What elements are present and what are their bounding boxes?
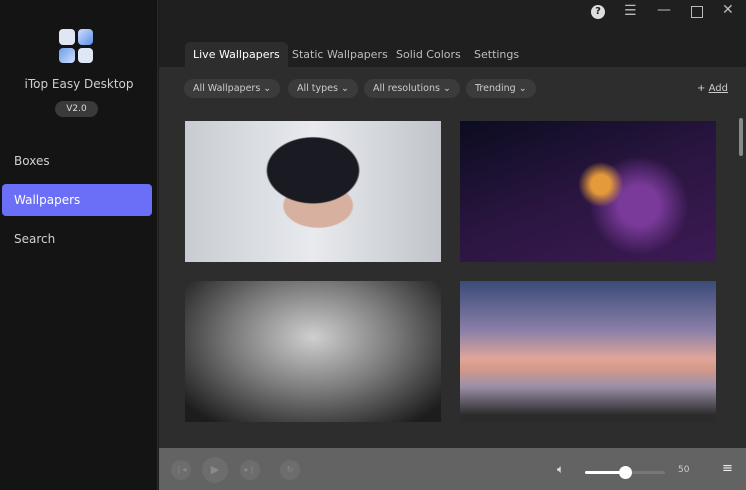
menu-icon[interactable]: ☰ xyxy=(624,3,637,19)
player-bar: ❘◂ ▶ ▸❘ ↻ 🔈︎ 50 ≡ xyxy=(159,448,746,490)
version-badge: V2.0 xyxy=(55,101,98,117)
tab-live-wallpapers[interactable]: Live Wallpapers xyxy=(185,42,288,67)
chevron-down-icon: ⌄ xyxy=(263,83,272,94)
filter-resolutions[interactable]: All resolutions ⌄ xyxy=(364,79,460,98)
scrollbar[interactable] xyxy=(739,118,743,156)
plus-icon: + xyxy=(697,83,706,94)
tab-solid-colors[interactable]: Solid Colors xyxy=(388,42,469,67)
wallpaper-thumbnail[interactable] xyxy=(460,281,716,422)
tab-settings[interactable]: Settings xyxy=(466,42,527,67)
loop-icon[interactable]: ↻ xyxy=(280,460,300,480)
volume-knob[interactable] xyxy=(619,466,632,479)
minimize-icon[interactable]: — xyxy=(657,2,671,18)
play-icon[interactable]: ▶ xyxy=(202,457,228,483)
tab-static-wallpapers[interactable]: Static Wallpapers xyxy=(284,42,396,67)
wallpaper-thumbnail[interactable] xyxy=(185,121,441,262)
app-logo xyxy=(59,29,93,63)
filter-label: All resolutions xyxy=(373,83,440,94)
maximize-icon[interactable] xyxy=(691,6,703,18)
close-icon[interactable]: ✕ xyxy=(722,2,734,18)
app-name: iTop Easy Desktop xyxy=(24,77,134,91)
top-bar: ? ☰ — ✕ Live Wallpapers Static Wallpaper… xyxy=(159,0,746,67)
help-icon[interactable]: ? xyxy=(591,5,605,19)
sidebar-item-wallpapers[interactable]: Wallpapers xyxy=(2,184,152,216)
filter-label: All types xyxy=(297,83,338,94)
filter-types[interactable]: All types ⌄ xyxy=(288,79,358,98)
chevron-down-icon: ⌄ xyxy=(518,83,527,94)
filter-label: All Wallpapers xyxy=(193,83,261,94)
volume-icon[interactable]: 🔈︎ xyxy=(557,462,564,477)
add-label: Add xyxy=(708,83,728,94)
next-icon[interactable]: ▸❘ xyxy=(240,460,260,480)
chevron-down-icon: ⌄ xyxy=(442,83,451,94)
wallpaper-grid: All Wallpapers ⌄ All types ⌄ All resolut… xyxy=(159,67,746,448)
filter-label: Trending xyxy=(475,83,516,94)
filter-all-wallpapers[interactable]: All Wallpapers ⌄ xyxy=(184,79,281,98)
playlist-icon[interactable]: ≡ xyxy=(722,461,733,476)
wallpaper-thumbnail[interactable] xyxy=(185,281,441,422)
add-button[interactable]: + Add xyxy=(697,79,728,98)
previous-icon[interactable]: ❘◂ xyxy=(171,460,191,480)
sidebar: iTop Easy Desktop V2.0 Boxes Wallpapers … xyxy=(0,0,158,490)
sidebar-item-search[interactable]: Search xyxy=(2,223,152,255)
chevron-down-icon: ⌄ xyxy=(341,83,349,94)
volume-slider[interactable] xyxy=(585,466,665,479)
wallpaper-thumbnail[interactable] xyxy=(460,121,716,262)
sidebar-item-boxes[interactable]: Boxes xyxy=(2,145,152,177)
volume-value: 50 xyxy=(678,465,690,475)
filter-sort[interactable]: Trending ⌄ xyxy=(466,79,536,98)
